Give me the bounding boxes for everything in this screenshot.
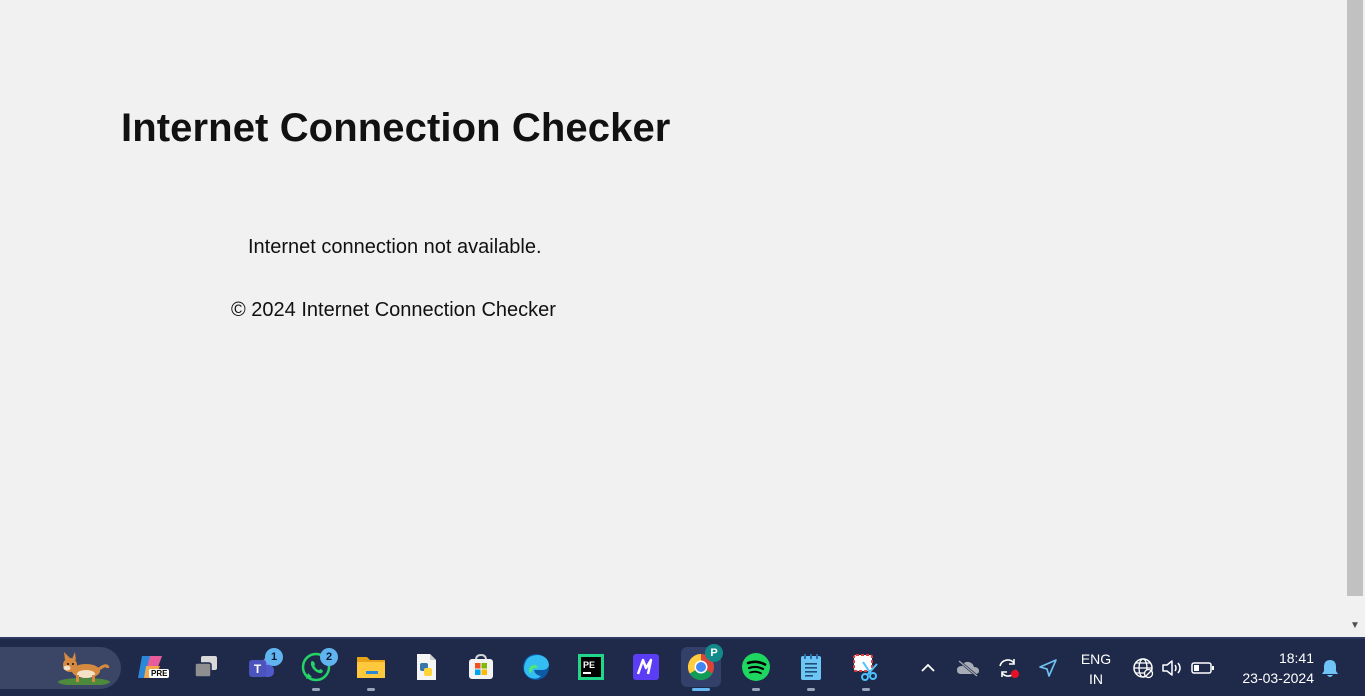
clock-date: 23-03-2024 <box>1242 670 1314 686</box>
scroll-down-arrow-icon[interactable]: ▼ <box>1345 616 1365 634</box>
copilot-app-icon[interactable]: PRE <box>133 649 170 685</box>
vertical-scrollbar[interactable]: ▼ <box>1345 0 1365 637</box>
pycharm-label: PE <box>583 660 595 670</box>
file-explorer-running-indicator <box>367 688 375 691</box>
microsoft-edge-icon[interactable] <box>518 649 554 685</box>
clock-time: 18:41 <box>1278 650 1314 666</box>
connection-status-text: Internet connection not available. <box>248 236 542 258</box>
whatsapp-running-indicator <box>312 688 320 691</box>
system-clock[interactable]: 18:41 23-03-2024 <box>1228 648 1314 688</box>
teams-app-icon[interactable]: T 1 <box>243 648 283 685</box>
notepad-icon[interactable] <box>793 649 829 685</box>
snipping-tool-icon[interactable] <box>848 649 884 685</box>
region-code: IN <box>1089 671 1103 687</box>
pycharm-icon[interactable]: PE <box>573 649 609 685</box>
teams-notification-badge: 1 <box>265 648 283 666</box>
spotify-running-indicator <box>752 688 760 691</box>
chrome-profile-badge: P <box>705 644 723 662</box>
network-globe-no-internet-icon[interactable] <box>1129 651 1157 685</box>
svg-text:T: T <box>254 662 262 676</box>
onedrive-offline-cloud-icon[interactable] <box>953 651 983 685</box>
whatsapp-app-icon[interactable]: 2 <box>298 648 338 685</box>
copilot-pre-badge: PRE <box>149 669 170 678</box>
taskbar: PRE T 1 2 PE P ENG IN 18:41 23-03-2024 <box>0 637 1365 696</box>
google-chrome-icon[interactable]: P <box>681 644 723 687</box>
file-explorer-icon[interactable] <box>353 649 389 685</box>
spotify-icon[interactable] <box>738 649 774 685</box>
show-hidden-icons-chevron-up-icon[interactable] <box>914 651 942 685</box>
dog-widget-icon <box>58 652 110 685</box>
scrollbar-thumb[interactable] <box>1347 0 1363 596</box>
chrome-active-indicator <box>692 688 710 691</box>
battery-icon[interactable] <box>1189 651 1217 685</box>
volume-speaker-icon[interactable] <box>1159 651 1185 685</box>
sync-alert-icon[interactable] <box>993 651 1023 685</box>
python-idle-icon[interactable] <box>408 649 444 685</box>
app-m-icon[interactable] <box>628 649 664 685</box>
input-language-indicator[interactable]: ENG IN <box>1078 649 1114 689</box>
widgets-button[interactable] <box>0 647 121 689</box>
browser-page: Internet Connection Checker Internet con… <box>0 0 1345 637</box>
whatsapp-notification-badge: 2 <box>320 648 338 666</box>
snipping-tool-running-indicator <box>862 688 870 691</box>
microsoft-store-icon[interactable] <box>463 649 499 685</box>
notepad-running-indicator <box>807 688 815 691</box>
page-footer: © 2024 Internet Connection Checker <box>231 299 556 321</box>
task-view-icon[interactable] <box>188 649 224 685</box>
location-arrow-icon[interactable] <box>1033 651 1063 685</box>
notification-bell-icon[interactable] <box>1318 651 1342 685</box>
language-code: ENG <box>1080 651 1112 667</box>
page-title: Internet Connection Checker <box>121 106 671 150</box>
